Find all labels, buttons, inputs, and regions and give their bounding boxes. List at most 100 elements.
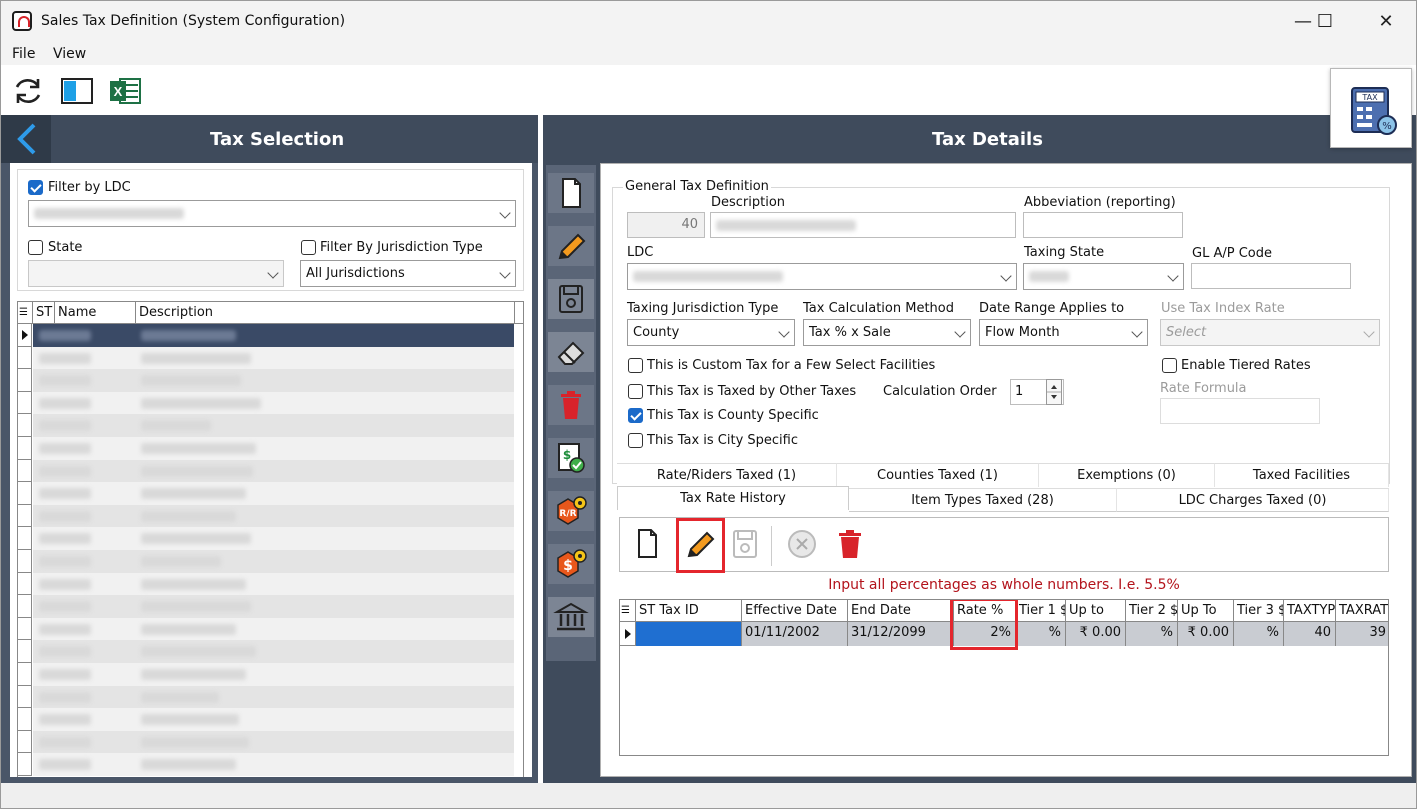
abbreviation-input[interactable] [1023, 212, 1183, 238]
excel-icon[interactable]: X [108, 75, 142, 107]
edit-pencil-icon[interactable] [548, 226, 594, 266]
taxed-by-other-checkbox[interactable] [628, 384, 643, 399]
rate-cancel-icon[interactable] [783, 524, 821, 562]
col-description[interactable]: Description [136, 302, 515, 324]
approve-document-icon[interactable]: $ [548, 438, 594, 478]
tax-list-row[interactable] [18, 504, 514, 528]
menu-file[interactable]: File [12, 46, 35, 62]
tax-list-row[interactable] [18, 595, 514, 618]
tax-list-row[interactable] [18, 730, 514, 754]
cell-end-date[interactable]: 31/12/2099 [848, 622, 954, 646]
tax-list-row[interactable] [18, 414, 514, 437]
cell-taxrat[interactable]: 39 [1336, 622, 1388, 646]
tab-tax-rate-history[interactable]: Tax Rate History [617, 486, 849, 510]
tax-list-row[interactable] [18, 617, 514, 641]
tax-list-row[interactable] [18, 550, 514, 573]
filter-ldc-checkbox[interactable] [28, 180, 43, 195]
tax-list-row[interactable] [18, 572, 514, 596]
cell-effective-date[interactable]: 01/11/2002 [742, 622, 848, 646]
col-effective-date[interactable]: Effective Date [742, 600, 848, 622]
col-tier1[interactable]: Tier 1 $ [1016, 600, 1066, 622]
price-settings-icon[interactable]: $ [548, 544, 594, 584]
save-disk-icon[interactable] [548, 279, 594, 319]
tab-taxed-facilities[interactable]: Taxed Facilities [1215, 463, 1389, 487]
back-chevron-icon[interactable] [1, 115, 51, 163]
eraser-icon[interactable] [548, 332, 594, 372]
col-taxrat[interactable]: TAXRAT [1336, 600, 1388, 622]
panel-toggle-icon[interactable] [60, 75, 94, 107]
tax-list-row[interactable] [18, 437, 514, 460]
tab-counties[interactable]: Counties Taxed (1) [837, 463, 1039, 487]
description-input[interactable] [710, 212, 1016, 238]
col-upto-2[interactable]: Up To [1178, 600, 1234, 622]
bank-icon[interactable] [548, 597, 594, 637]
taxing-state-dropdown[interactable] [1023, 263, 1184, 290]
delete-trash-icon[interactable] [548, 385, 594, 425]
col-taxtyp[interactable]: TAXTYP [1284, 600, 1336, 622]
tax-list-row[interactable] [18, 324, 514, 347]
cell-st-tax-id[interactable] [636, 622, 742, 646]
tab-rate-riders[interactable]: Rate/Riders Taxed (1) [617, 463, 837, 487]
rate-delete-icon[interactable] [831, 524, 869, 562]
rider-settings-icon[interactable]: R/R [548, 491, 594, 531]
date-range-dropdown[interactable]: Flow Month [979, 319, 1148, 346]
jurisdiction-dropdown[interactable]: All Jurisdictions [300, 260, 516, 287]
col-st-tax-id[interactable]: ST Tax ID [636, 600, 742, 622]
city-specific-checkbox[interactable] [628, 433, 643, 448]
ldc-dropdown[interactable] [627, 263, 1017, 290]
rate-formula-input[interactable] [1160, 398, 1320, 424]
col-tier3[interactable]: Tier 3 $ [1234, 600, 1284, 622]
tax-list-row[interactable] [18, 459, 514, 483]
rate-column-chooser-icon[interactable]: ☰ [620, 600, 636, 622]
calc-order-spinner[interactable] [1046, 379, 1062, 405]
ldc-filter-dropdown[interactable] [28, 200, 516, 227]
col-st[interactable]: ST [33, 302, 55, 324]
tax-list-row[interactable] [18, 640, 514, 663]
cell-tier3[interactable]: % [1234, 622, 1284, 646]
cell-tier1[interactable]: % [1016, 622, 1066, 646]
cell-upto-2[interactable]: ₹ 0.00 [1178, 622, 1234, 646]
custom-tax-checkbox[interactable] [628, 358, 643, 373]
close-button[interactable]: ✕ [1364, 9, 1408, 35]
state-checkbox[interactable] [28, 240, 43, 255]
column-chooser-icon[interactable]: ☰ [18, 302, 33, 324]
rate-edit-pencil-icon[interactable] [681, 524, 719, 562]
tax-list-row[interactable] [18, 708, 514, 731]
tab-item-types[interactable]: Item Types Taxed (28) [849, 488, 1117, 512]
tax-list-row[interactable] [18, 369, 514, 392]
tab-exemptions[interactable]: Exemptions (0) [1039, 463, 1215, 487]
refresh-icon[interactable] [11, 75, 45, 107]
tax-list-row[interactable] [18, 527, 514, 550]
rate-save-icon[interactable] [726, 524, 764, 562]
tax-list-grid[interactable]: ☰ ST Name Description [17, 301, 524, 777]
col-tier2[interactable]: Tier 2 $ [1126, 600, 1178, 622]
new-document-icon[interactable] [548, 173, 594, 213]
gl-code-input[interactable] [1191, 263, 1351, 289]
filter-jurisdiction-checkbox[interactable] [301, 240, 316, 255]
col-end-date[interactable]: End Date [848, 600, 954, 622]
tax-list-row[interactable] [18, 346, 514, 370]
col-upto-1[interactable]: Up to [1066, 600, 1126, 622]
calc-method-dropdown[interactable]: Tax % x Sale [803, 319, 971, 346]
cell-taxtyp[interactable]: 40 [1284, 622, 1336, 646]
tiered-rates-checkbox[interactable] [1162, 358, 1177, 373]
tax-list-row[interactable] [18, 685, 514, 709]
cell-tier2[interactable]: % [1126, 622, 1178, 646]
tax-list-row[interactable] [18, 753, 514, 776]
tax-calculator-icon: TAX% [1330, 68, 1412, 148]
use-index-dropdown[interactable]: Select [1160, 319, 1380, 346]
menu-view[interactable]: View [53, 46, 86, 62]
tax-id-field[interactable]: 40 [627, 212, 705, 238]
county-specific-checkbox[interactable] [628, 408, 643, 423]
tax-list-row[interactable] [18, 391, 514, 415]
tax-list-row[interactable] [18, 663, 514, 686]
tab-ldc-charges[interactable]: LDC Charges Taxed (0) [1117, 488, 1389, 512]
col-name[interactable]: Name [55, 302, 136, 324]
cell-upto-1[interactable]: ₹ 0.00 [1066, 622, 1126, 646]
rate-history-grid[interactable]: ☰ ST Tax ID Effective Date End Date Rate… [619, 599, 1389, 756]
jurisdiction-type-dropdown[interactable]: County [627, 319, 795, 346]
rate-new-icon[interactable] [628, 524, 666, 562]
maximize-button[interactable]: ☐ [1303, 9, 1347, 35]
state-dropdown[interactable] [28, 260, 284, 287]
tax-list-row[interactable] [18, 482, 514, 505]
